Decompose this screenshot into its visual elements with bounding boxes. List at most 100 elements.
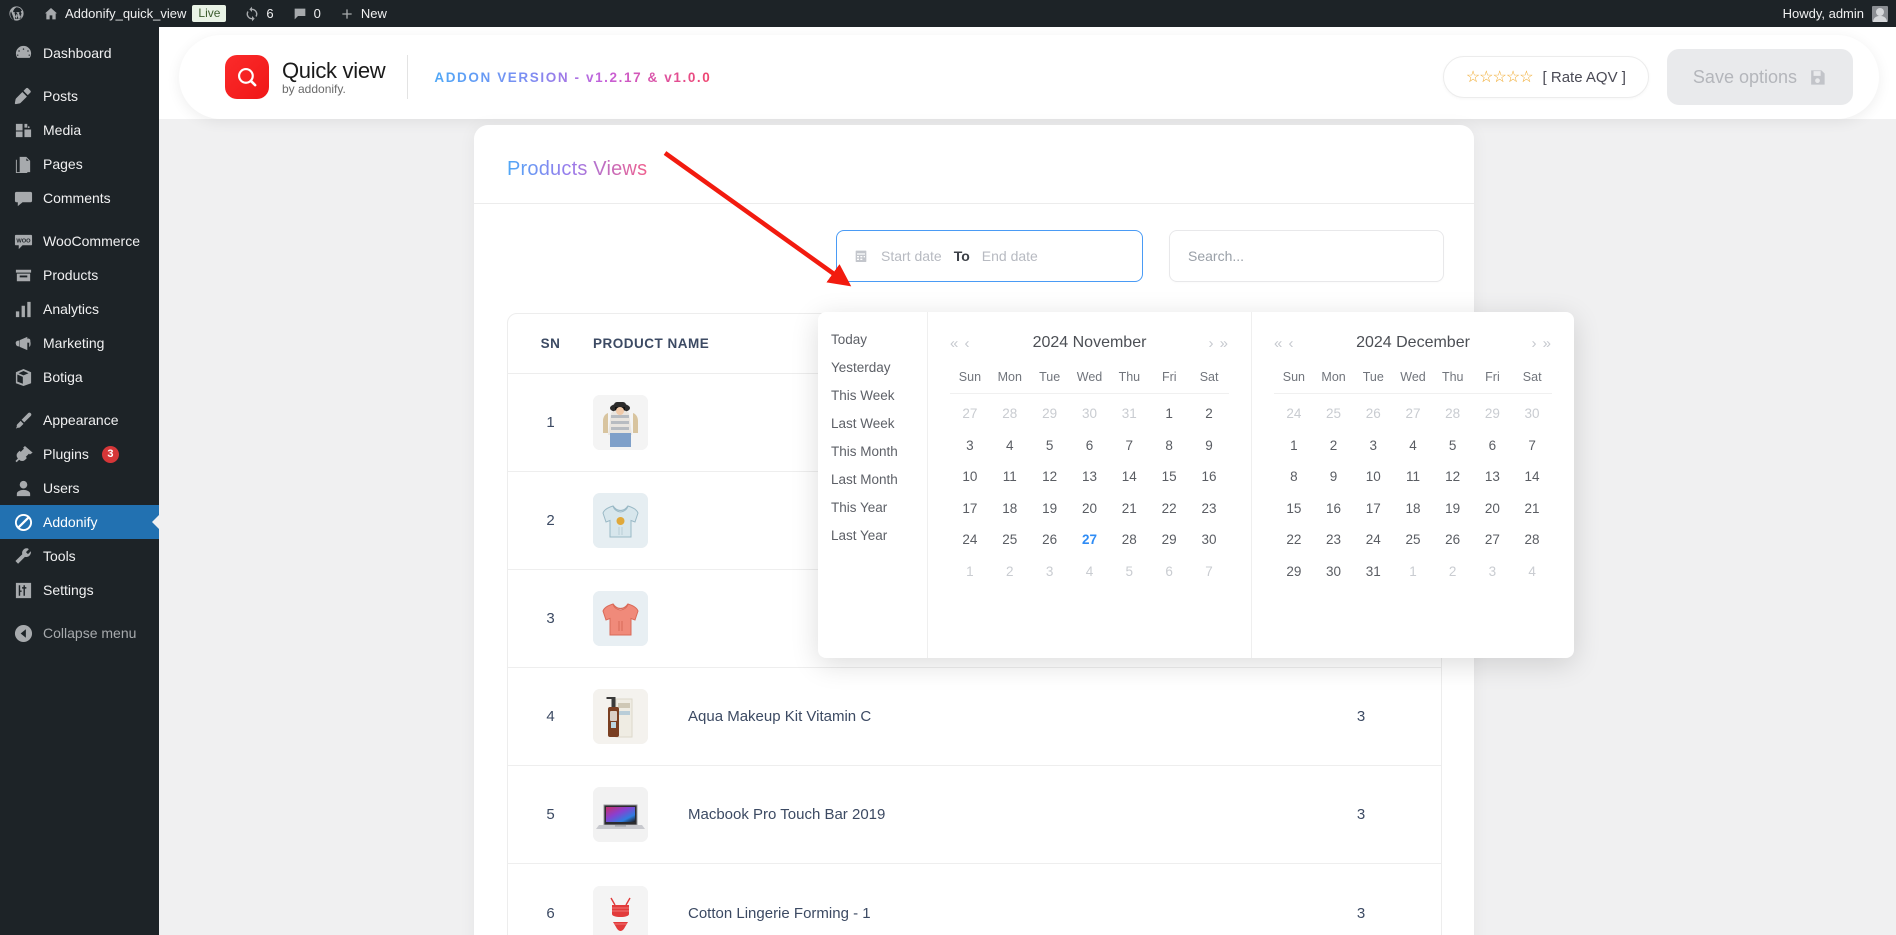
calendar-day[interactable]: 22 <box>1274 524 1314 556</box>
table-row[interactable]: 6Cotton Lingerie Forming - 13 <box>508 864 1441 935</box>
sidebar-item-pages[interactable]: Pages <box>0 147 159 181</box>
calendar-day[interactable]: 12 <box>1030 461 1070 493</box>
calendar-day[interactable]: 11 <box>990 461 1030 493</box>
calendar-day[interactable]: 26 <box>1433 524 1473 556</box>
calendar-day[interactable]: 23 <box>1314 524 1354 556</box>
calendar-day[interactable]: 5 <box>1030 430 1070 462</box>
calendar-day[interactable]: 21 <box>1512 493 1552 525</box>
calendar-day[interactable]: 30 <box>1070 398 1110 430</box>
calendar-day[interactable]: 26 <box>1030 524 1070 556</box>
sidebar-item-settings[interactable]: Settings <box>0 573 159 607</box>
sidebar-item-appearance[interactable]: Appearance <box>0 403 159 437</box>
calendar-day[interactable]: 4 <box>1512 556 1552 588</box>
calendar-day[interactable]: 28 <box>1433 398 1473 430</box>
sidebar-item-analytics[interactable]: Analytics <box>0 292 159 326</box>
calendar-day[interactable]: 15 <box>1149 461 1189 493</box>
calendar-day[interactable]: 27 <box>1473 524 1513 556</box>
calendar-day[interactable]: 15 <box>1274 493 1314 525</box>
date-shortcut-last-year[interactable]: Last Year <box>831 522 927 550</box>
sidebar-item-collapse-menu[interactable]: Collapse menu <box>0 616 159 650</box>
site-name-menu[interactable]: Addonify_quick_view Live <box>34 0 235 27</box>
calendar-day[interactable]: 3 <box>950 430 990 462</box>
calendar-day[interactable]: 7 <box>1512 430 1552 462</box>
sidebar-item-dashboard[interactable]: Dashboard <box>0 36 159 70</box>
calendar-day[interactable]: 8 <box>1274 461 1314 493</box>
calendar-day[interactable]: 3 <box>1353 430 1393 462</box>
table-row[interactable]: 5Macbook Pro Touch Bar 20193 <box>508 766 1441 864</box>
calendar-day[interactable]: 29 <box>1030 398 1070 430</box>
calendar-day[interactable]: 11 <box>1393 461 1433 493</box>
calendar-day[interactable]: 16 <box>1189 461 1229 493</box>
calendar-day[interactable]: 28 <box>1109 524 1149 556</box>
calendar-day[interactable]: 25 <box>1314 398 1354 430</box>
comments-menu[interactable]: 0 <box>283 0 330 27</box>
date-shortcut-this-month[interactable]: This Month <box>831 438 927 466</box>
calendar-day[interactable]: 17 <box>1353 493 1393 525</box>
calendar-day[interactable]: 21 <box>1109 493 1149 525</box>
calendar-day[interactable]: 16 <box>1314 493 1354 525</box>
calendar-day[interactable]: 2 <box>1314 430 1354 462</box>
calendar-day[interactable]: 5 <box>1433 430 1473 462</box>
calendar-day[interactable]: 6 <box>1149 556 1189 588</box>
calendar-day[interactable]: 30 <box>1189 524 1229 556</box>
calendar-day[interactable]: 24 <box>950 524 990 556</box>
search-input[interactable]: Search... <box>1169 230 1444 282</box>
calendar-day[interactable]: 28 <box>1512 524 1552 556</box>
calendar-day[interactable]: 29 <box>1473 398 1513 430</box>
calendar-day[interactable]: 25 <box>990 524 1030 556</box>
sidebar-item-marketing[interactable]: Marketing <box>0 326 159 360</box>
calendar-day[interactable]: 13 <box>1070 461 1110 493</box>
calendar-day[interactable]: 7 <box>1109 430 1149 462</box>
calendar-day[interactable]: 9 <box>1189 430 1229 462</box>
calendar-day[interactable]: 31 <box>1109 398 1149 430</box>
start-date-placeholder[interactable]: Start date <box>881 248 942 264</box>
sidebar-item-posts[interactable]: Posts <box>0 79 159 113</box>
save-options-button[interactable]: Save options <box>1667 49 1853 105</box>
calendar-day[interactable]: 19 <box>1433 493 1473 525</box>
calendar-day[interactable]: 29 <box>1149 524 1189 556</box>
sidebar-item-tools[interactable]: Tools <box>0 539 159 573</box>
calendar-day[interactable]: 20 <box>1473 493 1513 525</box>
calendar-day[interactable]: 25 <box>1393 524 1433 556</box>
date-shortcut-today[interactable]: Today <box>831 326 927 354</box>
calendar-day[interactable]: 19 <box>1030 493 1070 525</box>
table-row[interactable]: 4Aqua Makeup Kit Vitamin C3 <box>508 668 1441 766</box>
calendar-day[interactable]: 20 <box>1070 493 1110 525</box>
date-shortcut-last-month[interactable]: Last Month <box>831 466 927 494</box>
date-shortcut-this-week[interactable]: This Week <box>831 382 927 410</box>
avatar[interactable] <box>1872 6 1888 22</box>
calendar-day[interactable]: 6 <box>1070 430 1110 462</box>
column-header-sn[interactable]: SN <box>508 336 593 351</box>
calendar-day-today[interactable]: 27 <box>1070 524 1110 556</box>
calendar-day[interactable]: 23 <box>1189 493 1229 525</box>
new-content-menu[interactable]: New <box>330 0 396 27</box>
calendar-day[interactable]: 2 <box>1189 398 1229 430</box>
rating-stars-icon[interactable]: ☆☆☆☆☆ <box>1466 67 1533 87</box>
calendar-day[interactable]: 27 <box>1393 398 1433 430</box>
calendar-day[interactable]: 5 <box>1109 556 1149 588</box>
calendar-day[interactable]: 1 <box>1149 398 1189 430</box>
calendar-day[interactable]: 12 <box>1433 461 1473 493</box>
calendar-day[interactable]: 1 <box>1274 430 1314 462</box>
howdy-label[interactable]: Howdy, admin <box>1783 6 1864 21</box>
date-range-input[interactable]: Start date To End date <box>836 230 1143 282</box>
calendar-day[interactable]: 9 <box>1314 461 1354 493</box>
end-date-placeholder[interactable]: End date <box>982 248 1038 264</box>
calendar-day[interactable]: 14 <box>1109 461 1149 493</box>
calendar-day[interactable]: 7 <box>1189 556 1229 588</box>
calendar-day[interactable]: 3 <box>1030 556 1070 588</box>
calendar-day[interactable]: 13 <box>1473 461 1513 493</box>
calendar-day[interactable]: 24 <box>1353 524 1393 556</box>
calendar-day[interactable]: 31 <box>1353 556 1393 588</box>
calendar-day[interactable]: 4 <box>1070 556 1110 588</box>
calendar-day[interactable]: 18 <box>990 493 1030 525</box>
calendar-day[interactable]: 17 <box>950 493 990 525</box>
calendar-day[interactable]: 8 <box>1149 430 1189 462</box>
date-shortcut-last-week[interactable]: Last Week <box>831 410 927 438</box>
calendar-day[interactable]: 29 <box>1274 556 1314 588</box>
calendar-day[interactable]: 30 <box>1314 556 1354 588</box>
calendar-day[interactable]: 2 <box>990 556 1030 588</box>
sidebar-item-botiga[interactable]: Botiga <box>0 360 159 394</box>
calendar-day[interactable]: 10 <box>950 461 990 493</box>
calendar-day[interactable]: 14 <box>1512 461 1552 493</box>
